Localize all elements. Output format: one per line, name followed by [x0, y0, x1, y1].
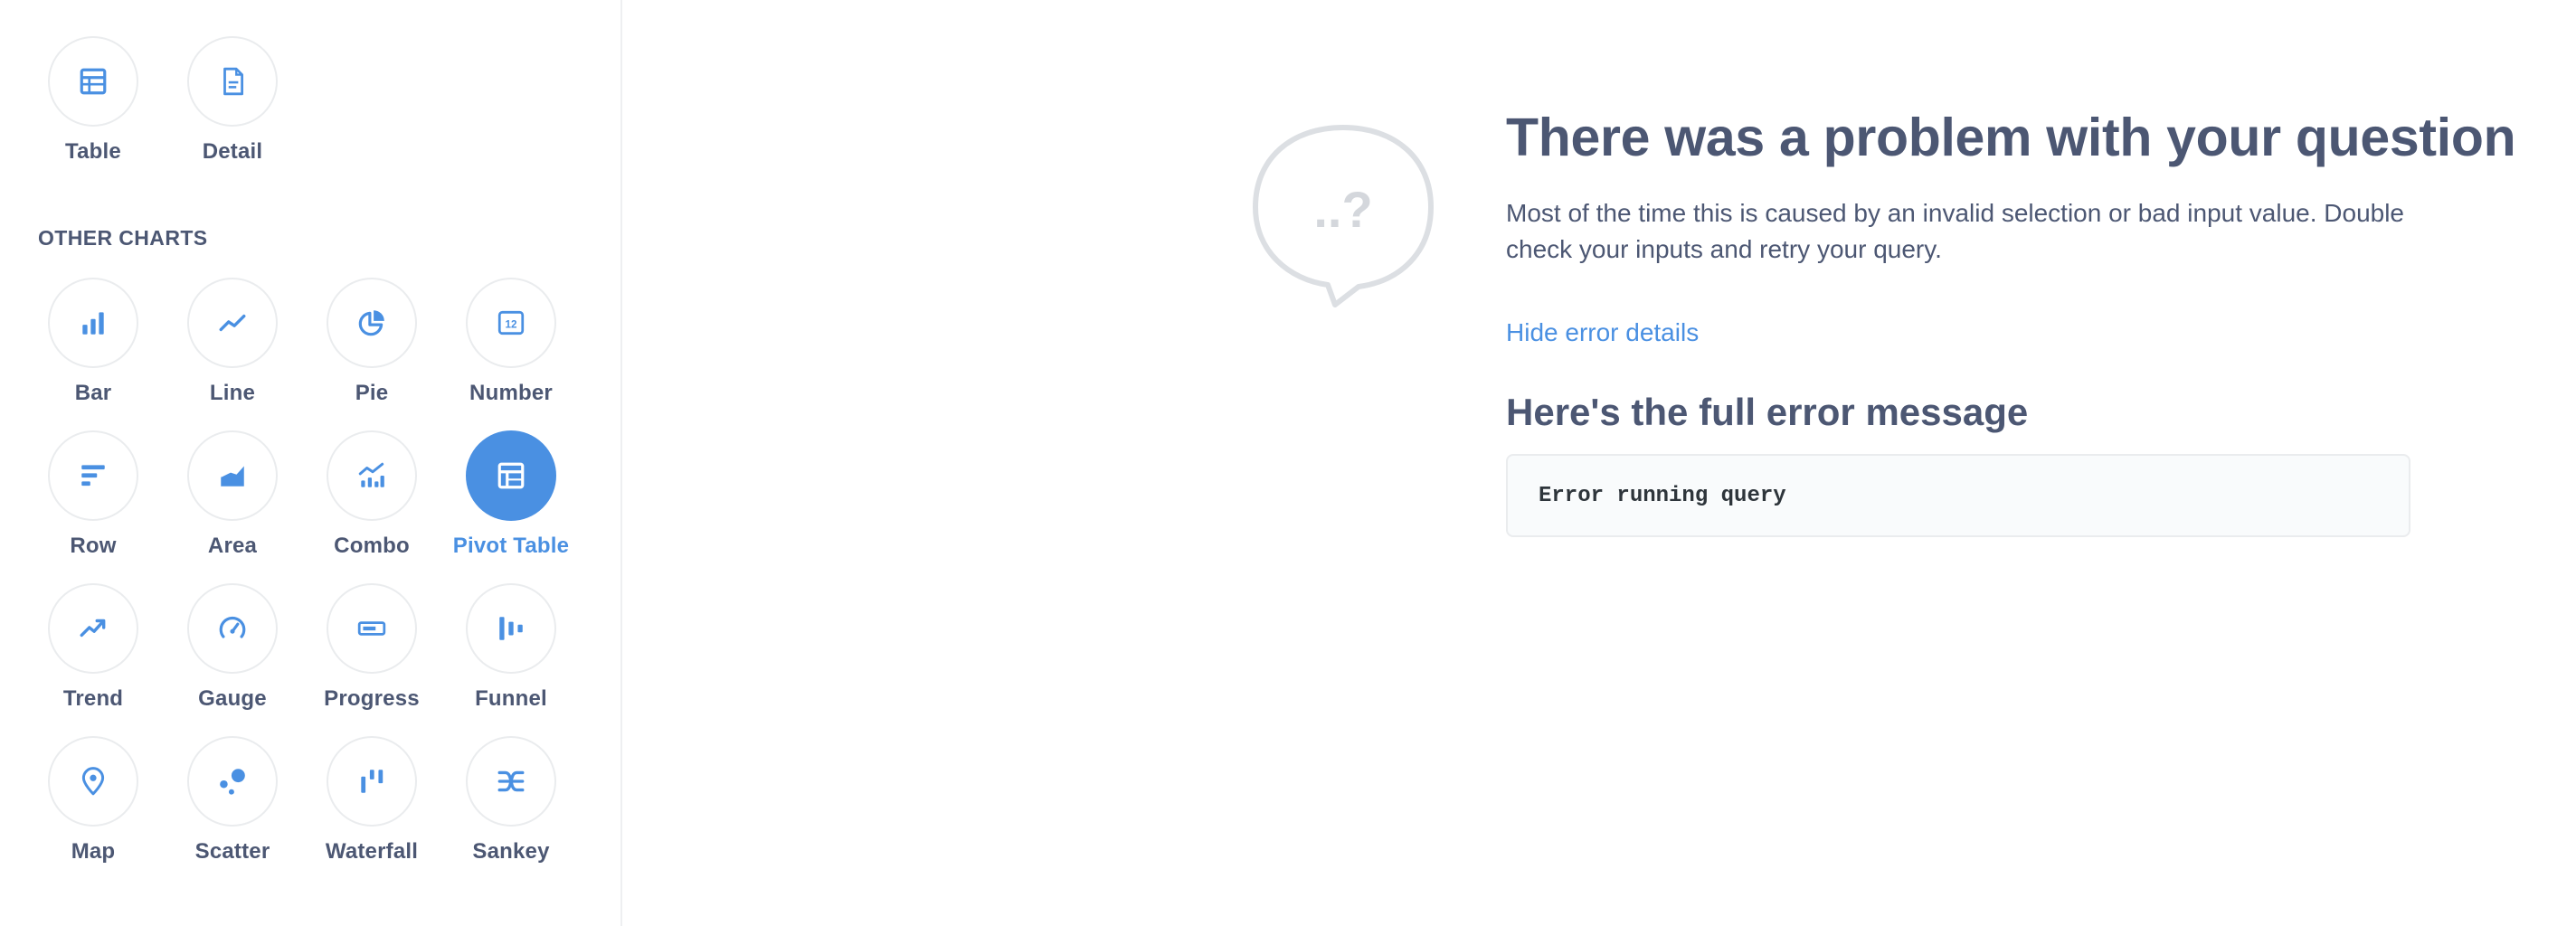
viz-option-label: Funnel	[475, 686, 547, 711]
viz-option-area[interactable]: Area	[163, 430, 302, 566]
viz-option-circle[interactable]	[466, 736, 556, 827]
viz-option-number[interactable]: 12 Number	[441, 278, 581, 413]
viz-option-label: Waterfall	[325, 839, 419, 864]
viz-option-label: Row	[70, 534, 117, 558]
viz-option-label: Scatter	[194, 839, 270, 864]
pivot-table-icon	[497, 462, 525, 489]
viz-option-waterfall[interactable]: Waterfall	[302, 736, 441, 872]
viz-option-circle[interactable]	[48, 583, 138, 674]
other-charts-heading: OTHER CHARTS	[38, 226, 208, 250]
error-description: Most of the time this is caused by an in…	[1506, 199, 2405, 263]
viz-option-circle[interactable]	[187, 736, 278, 827]
waterfall-icon	[361, 770, 384, 793]
viz-option-gauge[interactable]: Gauge	[163, 583, 302, 719]
svg-text:12: 12	[506, 318, 517, 330]
viz-option-circle[interactable]	[327, 430, 417, 521]
viz-option-table[interactable]: Table	[24, 36, 163, 172]
viz-option-circle[interactable]	[466, 430, 556, 521]
viz-option-label: Pivot Table	[452, 534, 570, 558]
progress-icon	[357, 621, 386, 636]
detail-icon	[223, 67, 244, 96]
viz-option-label: Table	[65, 139, 121, 164]
funnel-icon	[499, 617, 523, 640]
table-icon	[80, 68, 107, 95]
scatter-icon	[220, 769, 245, 795]
number-icon: 12	[497, 310, 525, 335]
viz-option-label: Map	[71, 839, 116, 864]
viz-option-trend[interactable]: Trend	[24, 583, 163, 719]
viz-option-label: Sankey	[472, 839, 550, 864]
viz-option-pie[interactable]: Pie	[302, 278, 441, 413]
viz-option-circle[interactable]	[327, 278, 417, 368]
viz-option-label: Trend	[62, 686, 124, 711]
pie-chart-icon	[358, 310, 384, 336]
viz-option-circle[interactable]	[187, 278, 278, 368]
viz-option-circle[interactable]	[48, 430, 138, 521]
viz-option-circle[interactable]	[48, 736, 138, 827]
viz-option-circle[interactable]	[187, 430, 278, 521]
sankey-icon	[497, 770, 525, 792]
gauge-icon	[219, 616, 246, 638]
viz-option-label: Gauge	[198, 686, 267, 711]
viz-option-circle[interactable]	[327, 583, 417, 674]
viz-option-detail[interactable]: Detail	[163, 36, 302, 172]
map-pin-icon	[81, 767, 105, 796]
visualization-sidebar: Table Detail OTHER CHARTS Bar Line Pie 1…	[0, 0, 622, 926]
viz-option-circle[interactable]	[48, 278, 138, 368]
viz-option-label: Number	[469, 381, 553, 405]
speech-bubble-question-icon: ..?	[1253, 125, 1434, 307]
viz-option-scatter[interactable]: Scatter	[163, 736, 302, 872]
viz-option-label: Line	[209, 381, 256, 405]
viz-option-label: Bar	[74, 381, 112, 405]
viz-option-circle[interactable]	[187, 36, 278, 127]
viz-option-line[interactable]: Line	[163, 278, 302, 413]
viz-option-sankey[interactable]: Sankey	[441, 736, 581, 872]
viz-option-label: Area	[207, 534, 258, 558]
bubble-question-text: ..?	[1313, 181, 1372, 238]
viz-option-label: Combo	[334, 534, 410, 558]
line-chart-icon	[219, 314, 246, 332]
row-chart-icon	[81, 465, 105, 487]
combo-chart-icon	[358, 462, 384, 487]
viz-option-label: Pie	[355, 381, 389, 405]
viz-option-circle[interactable]	[187, 583, 278, 674]
viz-option-circle[interactable]	[48, 36, 138, 127]
full-error-heading: Here's the full error message	[1506, 391, 2029, 433]
viz-option-funnel[interactable]: Funnel	[441, 583, 581, 719]
hide-error-details-link[interactable]: Hide error details	[1506, 318, 1699, 347]
viz-option-circle[interactable]: 12	[466, 278, 556, 368]
area-chart-icon	[220, 464, 245, 487]
viz-option-bar[interactable]: Bar	[24, 278, 163, 413]
viz-option-circle[interactable]	[466, 583, 556, 674]
viz-option-label: Progress	[324, 686, 420, 711]
error-message-box: Error running query	[1506, 454, 2410, 537]
viz-option-circle[interactable]	[327, 736, 417, 827]
viz-option-pivot-table[interactable]: Pivot Table	[441, 430, 581, 566]
viz-option-label: Detail	[202, 139, 263, 164]
viz-option-row[interactable]: Row	[24, 430, 163, 566]
bar-chart-icon	[82, 312, 104, 335]
viz-option-map[interactable]: Map	[24, 736, 163, 872]
error-title: There was a problem with your question	[1506, 108, 2516, 167]
viz-option-progress[interactable]: Progress	[302, 583, 441, 719]
viz-option-combo[interactable]: Combo	[302, 430, 441, 566]
trend-icon	[80, 619, 106, 638]
error-message-text: Error running query	[1539, 483, 1786, 508]
